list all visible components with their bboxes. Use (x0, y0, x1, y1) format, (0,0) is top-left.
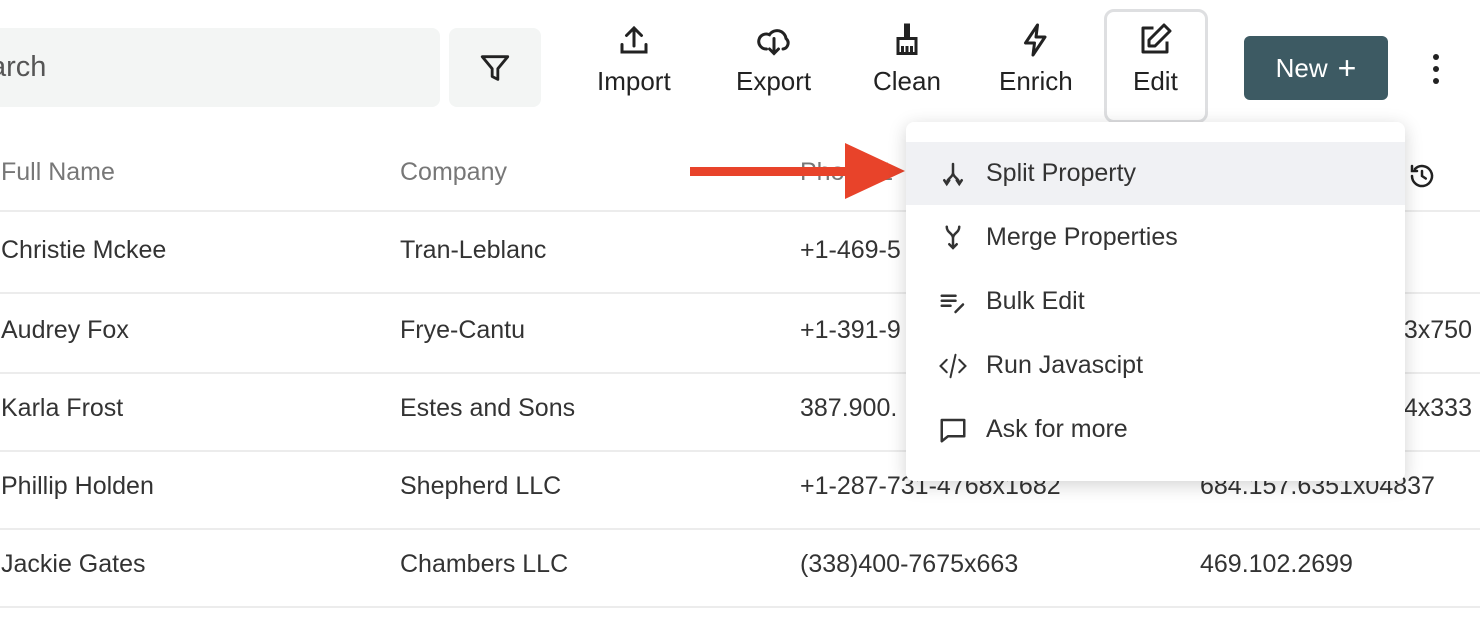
clean-button[interactable]: Clean (873, 22, 941, 97)
cell-company: Tran-Leblanc (400, 236, 547, 264)
import-button[interactable]: Import (597, 22, 671, 97)
menu-item-run-javascript[interactable]: Run Javascipt (906, 334, 1405, 397)
menu-item-label: Ask for more (986, 415, 1128, 443)
cell-phone-1: (338)400-7675x663 (800, 550, 1019, 578)
cell-company: Estes and Sons (400, 394, 576, 422)
cell-company: Frye-Cantu (400, 316, 526, 344)
cell-phone-1: +1-469-5 (800, 236, 901, 264)
new-button[interactable]: New + (1244, 36, 1388, 100)
edit-dropdown-menu: Split Property Merge Properties Bulk Edi… (906, 122, 1405, 481)
header-full-name[interactable]: Full Name (1, 158, 115, 187)
upload-icon (620, 25, 648, 54)
menu-item-merge-properties[interactable]: Merge Properties (906, 206, 1405, 269)
menu-item-split-property[interactable]: Split Property (906, 142, 1405, 205)
menu-item-label: Bulk Edit (986, 287, 1085, 315)
chat-icon (940, 418, 966, 442)
edit-button[interactable]: Edit (1133, 22, 1178, 97)
cell-phone-1: +1-391-9 (800, 316, 901, 344)
menu-item-label: Run Javascipt (986, 351, 1144, 379)
cell-full-name: Phillip Holden (1, 472, 154, 500)
new-label: New (1275, 52, 1328, 83)
menu-item-label: Merge Properties (986, 223, 1178, 251)
cloud-download-icon (756, 29, 790, 56)
enrich-button[interactable]: Enrich (999, 22, 1073, 97)
cell-phone-2: 3x750 (1403, 316, 1472, 344)
cell-company: Shepherd LLC (400, 472, 562, 500)
bulk-edit-icon (940, 294, 965, 313)
search-input[interactable] (0, 28, 440, 107)
more-options-icon[interactable] (1426, 52, 1446, 86)
merge-icon (945, 225, 961, 250)
cell-phone-2: 4x333 (1403, 394, 1472, 422)
enrich-label: Enrich (999, 66, 1073, 96)
split-icon (943, 162, 963, 186)
history-icon[interactable] (1407, 161, 1437, 191)
cell-full-name: Christie Mckee (1, 236, 167, 264)
cell-phone-1: 387.900. (800, 394, 898, 422)
menu-item-label: Split Property (986, 159, 1137, 187)
row-divider (0, 606, 1480, 608)
cell-full-name: Karla Frost (1, 394, 124, 422)
lightning-icon (1023, 23, 1047, 57)
annotation-arrow (690, 143, 905, 199)
import-label: Import (597, 66, 671, 96)
header-company[interactable]: Company (400, 158, 507, 187)
plus-icon: + (1337, 49, 1357, 86)
cell-full-name: Jackie Gates (1, 550, 146, 578)
clean-label: Clean (873, 66, 941, 96)
export-button[interactable]: Export (736, 22, 811, 97)
export-label: Export (736, 66, 812, 96)
broom-icon (896, 23, 918, 55)
cell-company: Chambers LLC (400, 550, 569, 578)
edit-icon (1141, 23, 1172, 54)
filter-icon (480, 54, 510, 81)
cell-phone-2: 469.102.2699 (1200, 550, 1353, 578)
menu-item-ask-for-more[interactable]: Ask for more (906, 398, 1405, 461)
code-icon (939, 353, 967, 378)
edit-label: Edit (1133, 66, 1178, 96)
cell-full-name: Audrey Fox (1, 316, 129, 344)
menu-item-bulk-edit[interactable]: Bulk Edit (906, 270, 1405, 333)
table-row[interactable]: Jackie Gates Chambers LLC (338)400-7675x… (0, 550, 1480, 590)
filter-button[interactable] (449, 28, 541, 107)
row-divider (0, 528, 1480, 530)
